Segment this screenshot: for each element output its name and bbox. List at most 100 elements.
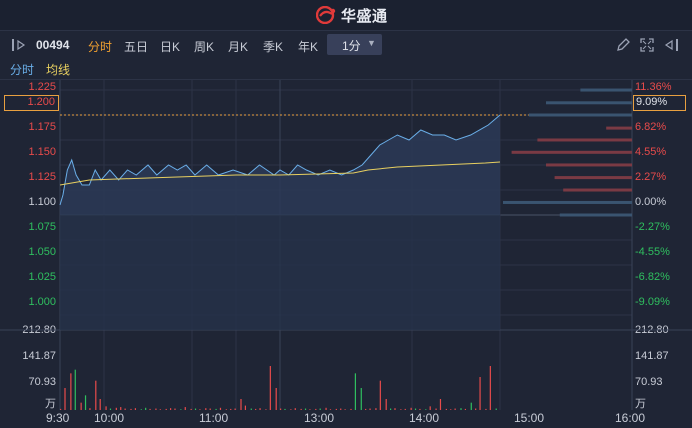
- volume-bar: [280, 408, 282, 410]
- volume-bar: [145, 407, 147, 410]
- volume-bar: [425, 409, 427, 410]
- volume-bar: [170, 408, 172, 410]
- volume-bar: [390, 408, 392, 410]
- volume-bar: [385, 399, 387, 410]
- volume-bar: [89, 408, 91, 410]
- order-book-bar: [580, 88, 632, 92]
- volume-bar: [124, 408, 126, 410]
- volume-bar: [429, 406, 431, 410]
- order-book-bar: [554, 176, 632, 180]
- volume-bar: [495, 408, 497, 410]
- volume-bar: [234, 408, 236, 410]
- volume-bar: [419, 408, 421, 410]
- volume-bar: [115, 407, 117, 410]
- volume-bar: [140, 409, 142, 410]
- volume-bar: [209, 408, 211, 410]
- volume-bar: [80, 402, 82, 410]
- volume-bar: [439, 399, 442, 410]
- volume-bar: [414, 408, 417, 410]
- volume-bar: [404, 408, 406, 410]
- below-area-fill: [60, 215, 500, 330]
- volume-bar: [284, 408, 286, 410]
- volume-bar: [159, 409, 161, 410]
- volume-bar: [354, 373, 356, 410]
- volume-bar: [344, 409, 346, 410]
- volume-bar: [194, 408, 197, 410]
- volume-bar: [360, 388, 362, 410]
- volume-bar: [259, 408, 261, 410]
- volume-bar: [205, 408, 207, 410]
- order-book-bars: [503, 88, 632, 217]
- volume-bar: [70, 373, 72, 410]
- intraday-chart[interactable]: [0, 0, 692, 428]
- volume-bar: [244, 405, 246, 410]
- volume-bar: [165, 408, 167, 410]
- volume-bar: [180, 409, 182, 410]
- volume-bar: [379, 380, 381, 410]
- order-book-bar: [559, 213, 632, 217]
- volume-bar: [250, 408, 252, 410]
- volume-bar: [130, 408, 132, 410]
- volume-bar: [215, 408, 217, 410]
- volume-bar: [365, 408, 367, 410]
- volume-bar: [435, 408, 437, 410]
- volume-bar: [109, 408, 112, 410]
- volume-bar: [149, 408, 151, 410]
- volume-bar: [294, 408, 296, 410]
- volume-bar: [445, 408, 447, 410]
- volume-bar: [269, 366, 271, 410]
- volume-bars: [60, 366, 497, 410]
- volume-bar: [155, 408, 157, 410]
- volume-bar: [460, 408, 462, 410]
- volume-bar: [184, 407, 186, 410]
- volume-bar: [265, 409, 267, 410]
- volume-bar: [319, 408, 321, 410]
- volume-bar: [410, 407, 412, 410]
- order-book-bar: [563, 188, 632, 192]
- volume-bar: [134, 408, 136, 410]
- volume-bar: [275, 388, 277, 410]
- order-book-bar: [537, 138, 632, 142]
- order-book-bar: [606, 126, 632, 130]
- volume-bar: [375, 408, 377, 410]
- volume-bar: [60, 408, 62, 410]
- volume-bar: [304, 408, 307, 410]
- volume-bar: [84, 395, 87, 410]
- volume-bar: [475, 408, 477, 410]
- volume-bar: [120, 407, 122, 410]
- volume-bar: [350, 408, 352, 410]
- volume-bar: [394, 408, 396, 410]
- volume-bar: [315, 408, 317, 410]
- volume-bar: [230, 408, 232, 410]
- volume-bar: [64, 388, 66, 410]
- volume-bar: [335, 408, 337, 410]
- volume-bar: [95, 380, 97, 410]
- volume-bar: [464, 408, 466, 410]
- order-book-bar: [546, 163, 632, 167]
- volume-bar: [240, 399, 242, 410]
- volume-bar: [489, 366, 491, 410]
- volume-bar: [400, 409, 402, 410]
- volume-bar: [485, 408, 487, 410]
- volume-bar: [225, 409, 227, 410]
- volume-bar: [325, 407, 327, 410]
- volume-bar: [99, 399, 101, 410]
- volume-bar: [454, 408, 456, 410]
- volume-bar: [470, 402, 472, 410]
- order-book-bar: [546, 101, 632, 105]
- order-book-bar: [511, 150, 632, 154]
- volume-bar: [290, 409, 292, 410]
- order-book-bar: [503, 200, 632, 204]
- volume-bar: [255, 408, 257, 410]
- volume-bar: [190, 408, 192, 410]
- volume-bar: [300, 408, 302, 410]
- volume-bar: [105, 406, 107, 410]
- volume-bar: [369, 408, 371, 410]
- volume-bar: [309, 409, 311, 410]
- volume-bar: [219, 407, 222, 410]
- volume-bar: [174, 408, 176, 410]
- volume-bar: [340, 408, 342, 410]
- volume-bar: [479, 377, 481, 410]
- volume-bar: [74, 369, 76, 410]
- volume-bar: [450, 409, 452, 410]
